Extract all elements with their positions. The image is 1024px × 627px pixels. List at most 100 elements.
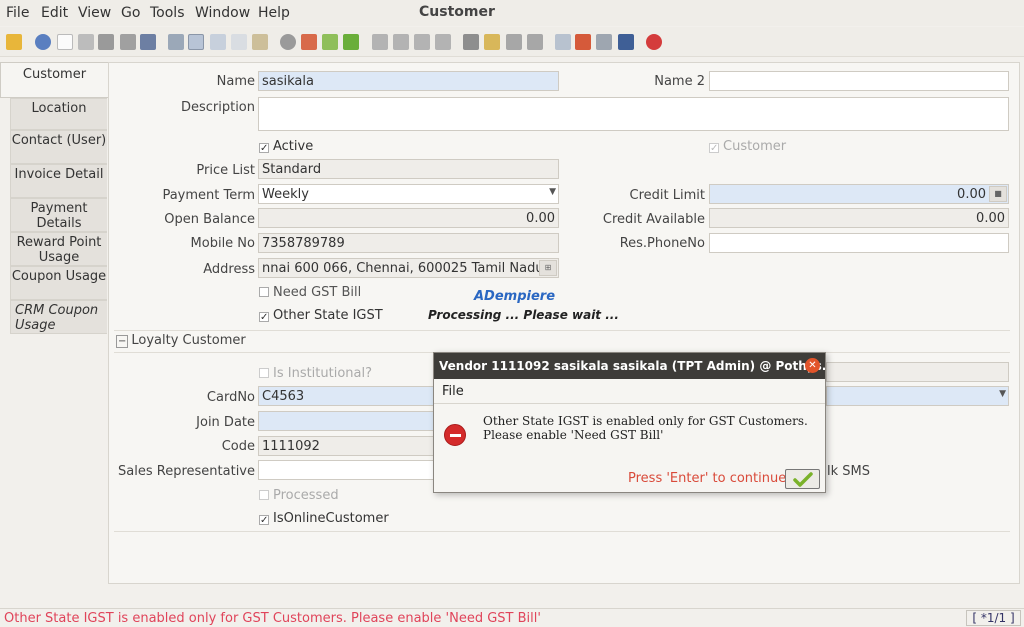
code-field: 1111092 (258, 436, 438, 456)
menu-edit[interactable]: Edit (41, 5, 68, 21)
copy-record-icon[interactable] (78, 34, 94, 50)
credit-limit-field[interactable]: 0.00 (709, 184, 1009, 204)
checkmark-icon (793, 472, 813, 487)
loyalty-right-field (826, 362, 1009, 382)
next-record-icon[interactable] (414, 34, 430, 50)
chevron-down-icon: ▼ (999, 389, 1006, 399)
cardno-field[interactable]: C4563 (258, 386, 438, 406)
print-preview-icon[interactable] (506, 34, 522, 50)
tab-invoice-detail[interactable]: Invoice Detail (10, 164, 107, 198)
open-balance-field: 0.00 (258, 208, 559, 228)
save-icon[interactable] (140, 34, 156, 50)
need-gst-checkbox[interactable]: Need GST Bill (259, 285, 361, 300)
help-icon[interactable] (35, 34, 51, 50)
sales-rep-field[interactable] (258, 460, 438, 480)
record-indicator[interactable]: [ *1/1 ] (966, 610, 1021, 626)
sales-rep-label: Sales Representative (118, 464, 255, 479)
forward-arrow-icon[interactable] (343, 34, 359, 50)
description-label: Description (180, 100, 255, 115)
active-label: Active (273, 139, 314, 154)
print-icon[interactable] (527, 34, 543, 50)
price-list-field: Standard (258, 159, 559, 179)
tab-coupon-usage[interactable]: Coupon Usage (10, 266, 107, 300)
tab-customer[interactable]: Customer (0, 62, 108, 98)
tab-reward-point-usage[interactable]: Reward Point Usage (10, 232, 107, 266)
tab-payment-details[interactable]: Payment Details (10, 198, 107, 232)
dialog-divider (434, 403, 825, 404)
parent-record-icon[interactable] (301, 34, 317, 50)
window-title: Customer (419, 4, 495, 20)
tab-crm-coupon-usage[interactable]: CRM Coupon Usage (10, 300, 107, 334)
credit-available-field: 0.00 (709, 208, 1009, 228)
other-state-igst-checkbox[interactable]: ✓ Other State IGST (259, 308, 383, 323)
tab-contact-user[interactable]: Contact (User) (10, 130, 107, 164)
dialog-message: Other State IGST is enabled only for GST… (483, 414, 808, 442)
menu-view[interactable]: View (78, 5, 111, 21)
first-record-icon[interactable] (372, 34, 388, 50)
menu-help[interactable]: Help (258, 5, 290, 21)
join-date-field[interactable] (258, 411, 438, 431)
adempiere-logo: ADempiere (474, 289, 556, 304)
workflow-icon[interactable] (575, 34, 591, 50)
description-field[interactable] (258, 97, 1009, 131)
attachment-icon[interactable] (210, 34, 226, 50)
address-value: nnai 600 066, Chennai, 600025 Tamil Nadu (262, 261, 544, 276)
back-arrow-icon[interactable] (322, 34, 338, 50)
dialog-title: Vendor 1111092 sasikala sasikala (TPT Ad… (434, 353, 825, 379)
address-field[interactable]: nnai 600 066, Chennai, 600025 Tamil Nadu (258, 258, 559, 278)
close-icon[interactable]: ✕ (805, 358, 820, 373)
name2-field[interactable] (709, 71, 1009, 91)
calculator-icon[interactable]: ■ (989, 186, 1007, 202)
dialog-message-line2: Please enable 'Need GST Bill' (483, 428, 664, 442)
request-icon[interactable] (618, 34, 634, 50)
menu-window[interactable]: Window (195, 5, 250, 21)
report-icon[interactable] (463, 34, 479, 50)
tab-location[interactable]: Location (10, 98, 107, 130)
customer-checkbox: ✓ Customer (709, 139, 787, 154)
close-window-icon[interactable] (646, 34, 662, 50)
history-icon[interactable] (252, 34, 268, 50)
menu-go[interactable]: Go (121, 5, 140, 21)
error-icon (444, 424, 466, 446)
delete-record-icon[interactable] (98, 34, 114, 50)
location-icon[interactable]: ⊞ (539, 260, 557, 276)
bulk-sms-label: lk SMS (827, 464, 870, 479)
undo-icon[interactable] (6, 34, 22, 50)
institutional-checkbox: Is Institutional? (259, 366, 372, 381)
processed-checkbox: Processed (259, 488, 339, 503)
find-icon[interactable] (188, 34, 204, 50)
new-record-icon[interactable] (57, 34, 73, 50)
previous-record-icon[interactable] (393, 34, 409, 50)
online-customer-label: IsOnlineCustomer (273, 511, 389, 526)
name-field[interactable]: sasikala (258, 71, 559, 91)
dialog-message-line1: Other State IGST is enabled only for GST… (483, 414, 808, 428)
loyalty-select[interactable]: ▼ (826, 386, 1009, 406)
credit-limit-value: 0.00 (957, 187, 986, 202)
name-label: Name (216, 74, 255, 89)
status-message: Other State IGST is enabled only for GST… (4, 611, 541, 626)
menu-home-icon[interactable] (280, 34, 296, 50)
delete-selection-icon[interactable] (120, 34, 136, 50)
last-record-icon[interactable] (435, 34, 451, 50)
mobile-label: Mobile No (190, 236, 255, 251)
refresh-icon[interactable] (168, 34, 184, 50)
menu-tools[interactable]: Tools (150, 5, 185, 21)
archive-icon[interactable] (484, 34, 500, 50)
active-checkbox[interactable]: ✓ Active (259, 139, 313, 154)
open-balance-label: Open Balance (164, 212, 255, 227)
menu-file[interactable]: File (6, 5, 29, 21)
dialog-menu-file[interactable]: File (442, 384, 464, 399)
res-phone-field[interactable] (709, 233, 1009, 253)
mobile-field[interactable]: 7358789789 (258, 233, 559, 253)
loyalty-section-header[interactable]: − Loyalty Customer (116, 333, 246, 348)
payment-term-value: Weekly (262, 187, 309, 202)
payment-term-label: Payment Term (162, 188, 255, 203)
chat-icon[interactable] (231, 34, 247, 50)
online-customer-checkbox[interactable]: ✓ IsOnlineCustomer (259, 511, 389, 526)
product-info-icon[interactable] (596, 34, 612, 50)
ok-button[interactable] (785, 469, 820, 489)
price-list-label: Price List (196, 163, 255, 178)
payment-term-select[interactable]: Weekly ▼ (258, 184, 559, 204)
name2-label: Name 2 (654, 74, 705, 89)
zoom-across-icon[interactable] (555, 34, 571, 50)
